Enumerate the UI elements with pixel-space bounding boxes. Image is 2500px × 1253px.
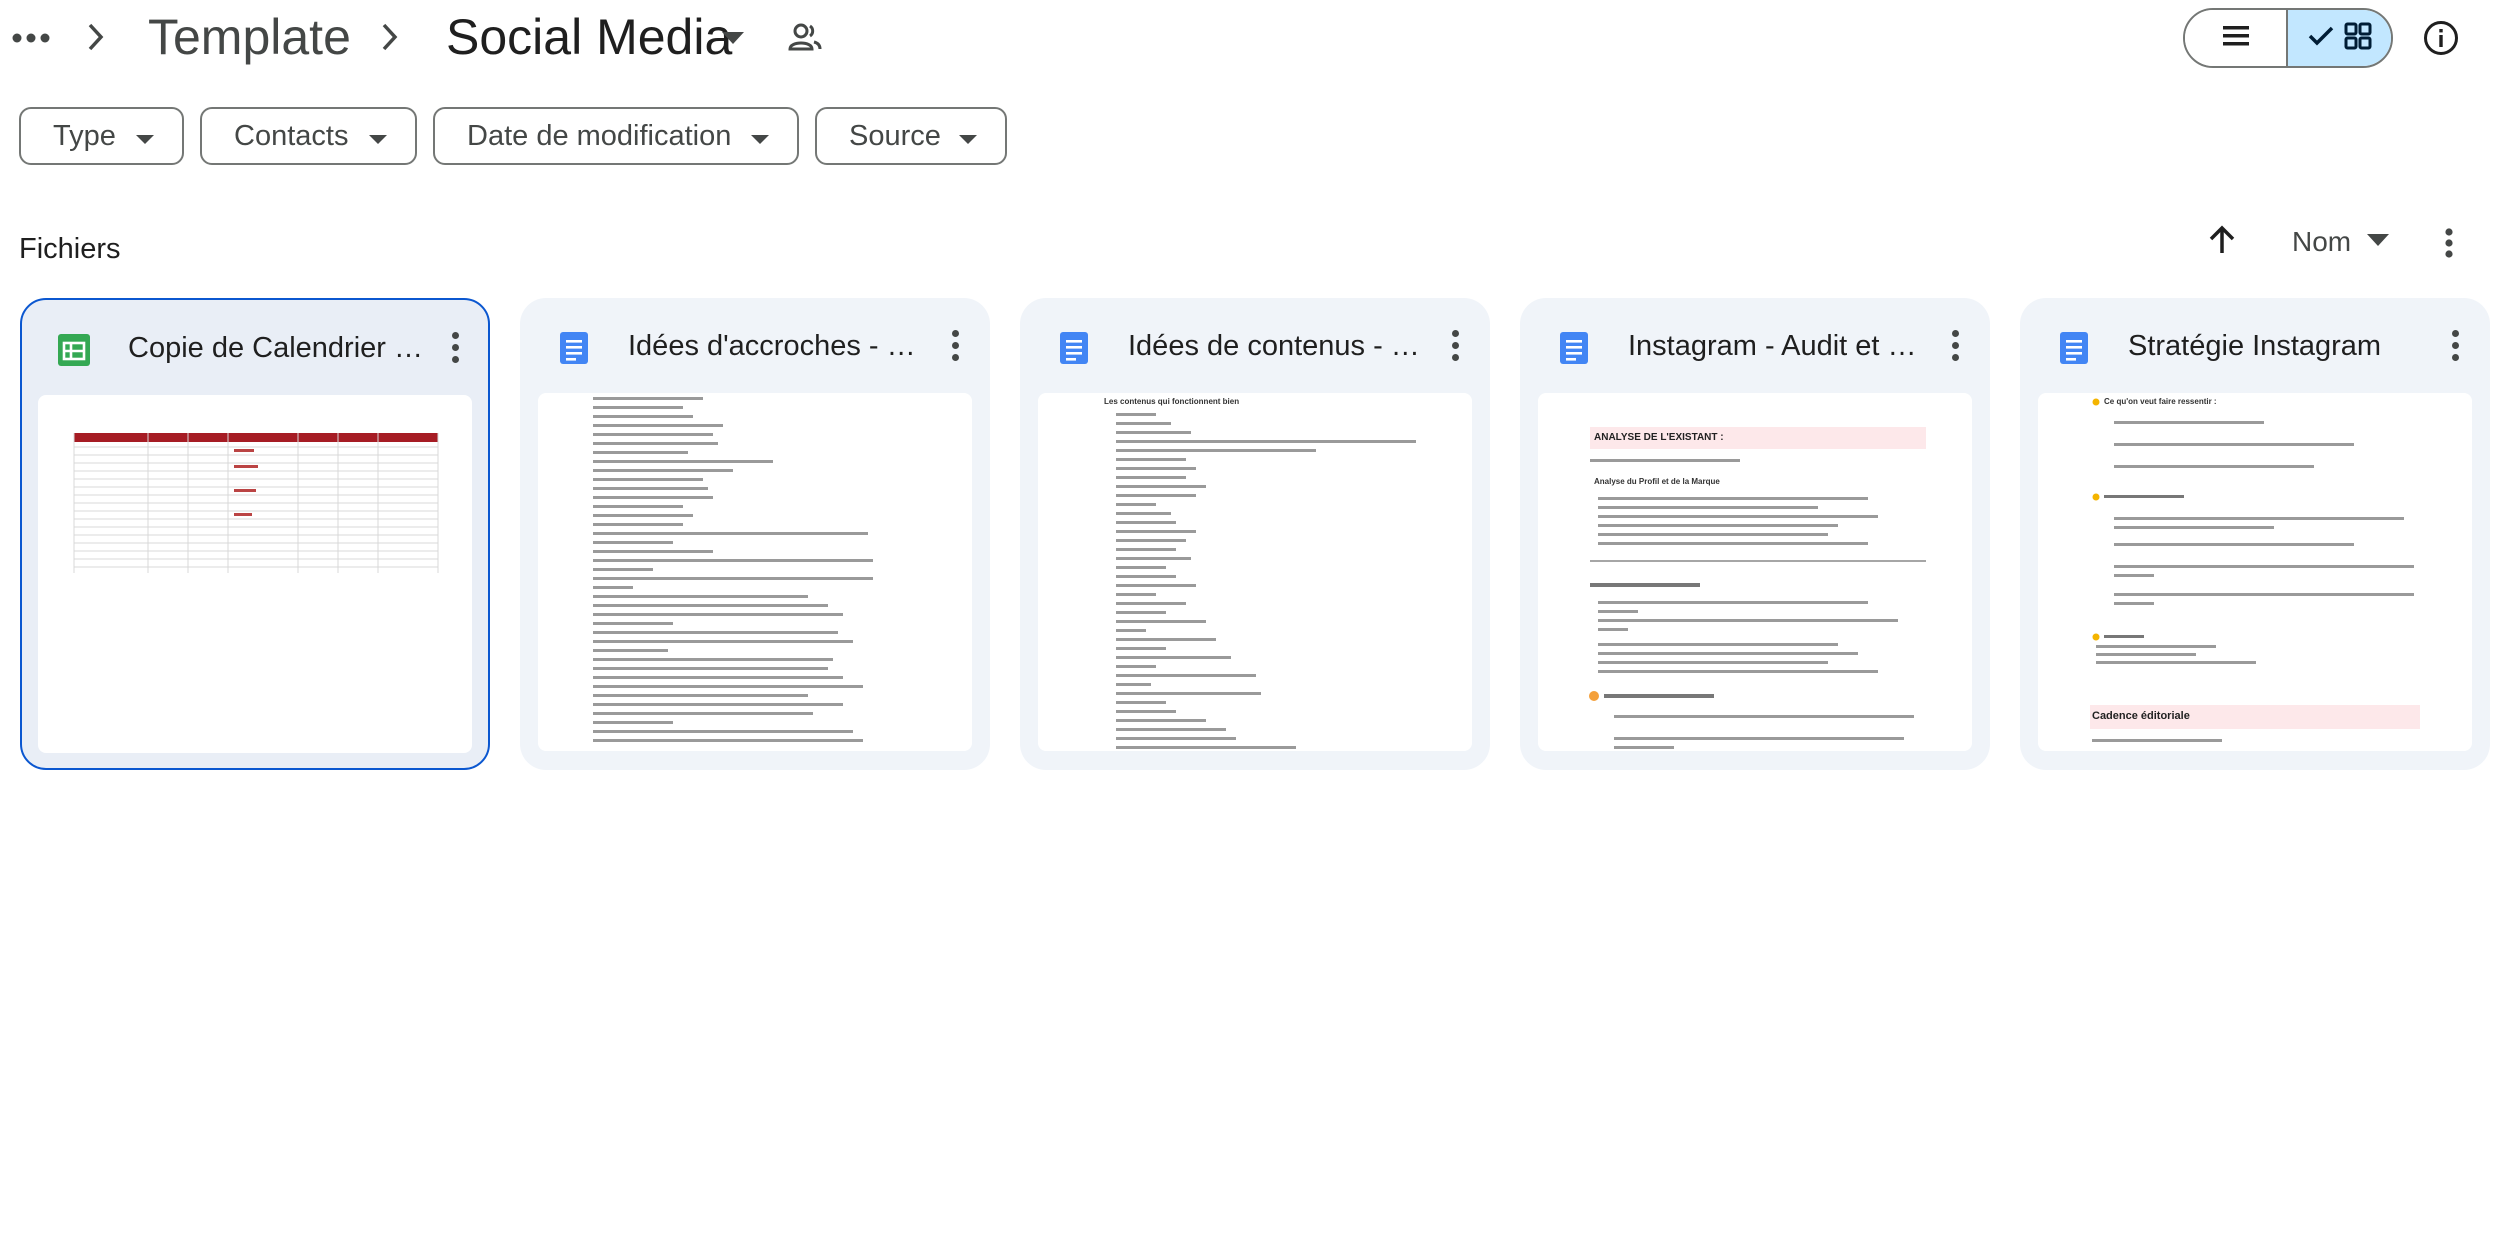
file-title: Idées d'accroches - Social Media [628,330,928,362]
breadcrumb-parent[interactable]: Template [148,12,351,62]
google-docs-icon [2058,332,2090,364]
arrow-drop-down-icon [751,135,769,144]
sort-by-button[interactable]: Nom [2292,226,2390,258]
more-vert-icon[interactable] [452,332,460,364]
google-docs-icon [558,332,590,364]
more-vert-icon[interactable] [1952,330,1960,362]
view-toggle [2183,8,2393,68]
more-vert-icon[interactable] [2452,330,2460,362]
filter-contacts-label: Contacts [234,119,349,152]
breadcrumb-current-folder[interactable]: Social Media [446,12,732,62]
arrow-drop-down-icon [369,135,387,144]
check-icon [2308,26,2334,51]
filter-type[interactable]: Type [19,107,184,165]
file-title: Copie de Calendrier éditorial [128,332,428,364]
arrow-drop-down-icon [136,135,154,144]
list-view-button[interactable] [2185,10,2289,66]
file-thumbnail [38,395,472,753]
file-thumbnail: Les contenus qui fonctionnent bien [1038,393,1472,751]
chevron-right-icon [86,22,106,57]
chevron-right-icon [380,22,400,57]
filter-modified-date-label: Date de modification [467,119,732,152]
file-thumbnail: Ce qu'on veut faire ressentir : Cadence … [2038,393,2472,751]
arrow-drop-down-icon[interactable] [722,31,744,49]
grid-view-icon [2344,22,2372,55]
more-vert-icon[interactable] [1452,330,1460,362]
file-title: Instagram - Audit et analyse [1628,330,1928,362]
file-thumbnail: ANALYSE DE L'EXISTANT : Analyse du Profi… [1538,393,1972,751]
file-title: Idées de contenus - Social Media [1128,330,1428,362]
info-icon[interactable] [2423,20,2459,61]
sort-by-label: Nom [2292,226,2352,257]
filter-source[interactable]: Source [815,107,1007,165]
file-card[interactable]: Stratégie Instagram Ce qu'on veut faire … [2020,298,2490,770]
more-vert-icon[interactable] [952,330,960,362]
sort-direction-button[interactable] [2206,224,2238,261]
arrow-drop-down-icon [2367,233,2390,251]
file-card[interactable]: Instagram - Audit et analyse ANALYSE DE … [1520,298,1990,770]
more-vert-icon[interactable] [2445,228,2453,263]
file-title: Stratégie Instagram [2128,330,2382,362]
file-thumbnail [538,393,972,751]
shared-folder-icon[interactable] [788,22,822,57]
filter-modified-date[interactable]: Date de modification [433,107,799,165]
list-view-icon [2221,24,2251,53]
google-sheets-icon [58,334,90,366]
filter-source-label: Source [849,119,941,152]
arrow-upward-icon [2206,225,2238,260]
file-card[interactable]: Copie de Calendrier éditorial [20,298,490,770]
google-docs-icon [1558,332,1590,364]
google-docs-icon [1058,332,1090,364]
grid-view-button[interactable] [2288,10,2391,66]
arrow-drop-down-icon [959,135,977,144]
filter-contacts[interactable]: Contacts [200,107,417,165]
more-horiz-icon[interactable] [12,30,52,43]
file-card[interactable]: Idées de contenus - Social Media Les con… [1020,298,1490,770]
section-title: Fichiers [19,233,121,265]
file-card[interactable]: Idées d'accroches - Social Media [520,298,990,770]
filter-type-label: Type [53,119,116,152]
